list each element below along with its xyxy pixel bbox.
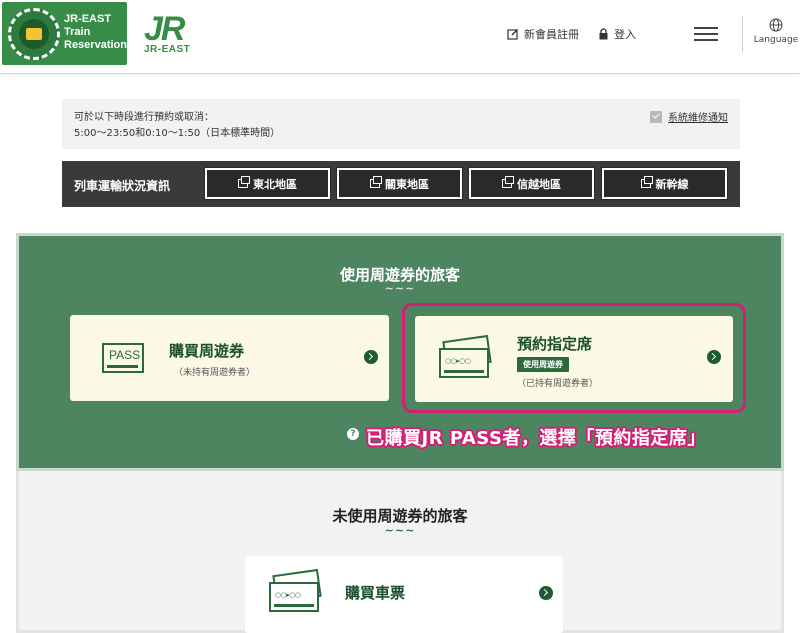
region-button-tohoku[interactable]: 東北地區 [204, 167, 331, 200]
language-label: Language [753, 35, 799, 45]
chevron-right-icon [539, 586, 553, 600]
region-label: 東北地區 [253, 177, 297, 191]
ticket-icon [269, 568, 322, 612]
non-pass-users-section: 未使用周遊券的旅客 ~~~ 購買車票 [16, 471, 784, 633]
external-link-icon [502, 176, 514, 188]
maintenance-label: 系統維修通知 [668, 113, 728, 124]
globe-icon [769, 18, 783, 32]
train-status-bar: 列車運輸狀況資訊 東北地區 關東地區 信越地區 新幹線 [62, 161, 740, 207]
wave-divider: ~~~ [384, 282, 416, 295]
header-divider [742, 16, 743, 52]
pass-icon: PASS [102, 343, 144, 373]
edit-icon [507, 29, 518, 40]
help-icon[interactable]: ? [347, 428, 359, 440]
region-label: 信越地區 [517, 177, 561, 191]
external-link-icon [640, 176, 653, 188]
train-status-label: 列車運輸狀況資訊 [74, 179, 171, 193]
highlight-box [402, 303, 746, 413]
notice-line-1: 可於以下時段進行預約或取消： [74, 112, 214, 123]
notice-line-2: 5:00～23:50和0:10～1:50（日本標準時間） [74, 128, 281, 139]
jr-east-wordmark: JR-EAST [144, 44, 191, 55]
chevron-down-icon [650, 110, 662, 123]
annotation-callout: 已購買JR PASS者，選擇「預約指定席」 [366, 428, 706, 449]
language-selector[interactable]: Language [752, 18, 800, 45]
register-label: 新會員註冊 [524, 28, 579, 41]
logo-text: JR-EAST Train Reservation [64, 13, 127, 51]
card-subtitle: （未持有周遊券者） [174, 368, 256, 378]
buy-ticket-card[interactable]: 購買車票 [245, 556, 563, 633]
region-label: 新幹線 [655, 177, 689, 191]
region-button-shinkansen[interactable]: 新幹線 [601, 167, 728, 200]
jr-east-train-reservation-logo[interactable]: JR-EAST Train Reservation [2, 2, 127, 65]
maintenance-notice-link[interactable]: 系統維修通知 [650, 109, 728, 124]
pass-icon-text: PASS [109, 348, 141, 362]
section-title: 未使用周遊券的旅客 [332, 507, 468, 525]
card-title: 購買車票 [345, 584, 406, 602]
external-link-icon [238, 176, 250, 188]
chevron-right-icon [364, 350, 378, 364]
register-link[interactable]: 新會員註冊 [507, 26, 579, 42]
jr-east-logo[interactable]: JR JR-EAST [140, 10, 202, 58]
login-link[interactable]: 登入 [598, 26, 636, 42]
buy-pass-card[interactable]: PASS 購買周遊券 （未持有周遊券者） [70, 315, 389, 401]
login-label: 登入 [614, 28, 636, 41]
wave-divider: ~~~ [384, 524, 416, 537]
region-button-shinetsu[interactable]: 信越地區 [468, 167, 595, 200]
region-label: 關東地區 [385, 177, 429, 191]
operating-hours-notice: 可於以下時段進行預約或取消： 5:00～23:50和0:10～1:50（日本標準… [62, 99, 740, 149]
card-title: 購買周遊券 [169, 342, 245, 360]
region-button-kanto[interactable]: 關東地區 [336, 167, 463, 200]
site-header: JR-EAST Train Reservation JR JR-EAST 新會員… [0, 0, 800, 74]
logo-emblem-icon [8, 8, 60, 60]
lock-icon [599, 28, 608, 40]
external-link-icon [370, 176, 382, 188]
menu-icon[interactable] [694, 26, 718, 42]
